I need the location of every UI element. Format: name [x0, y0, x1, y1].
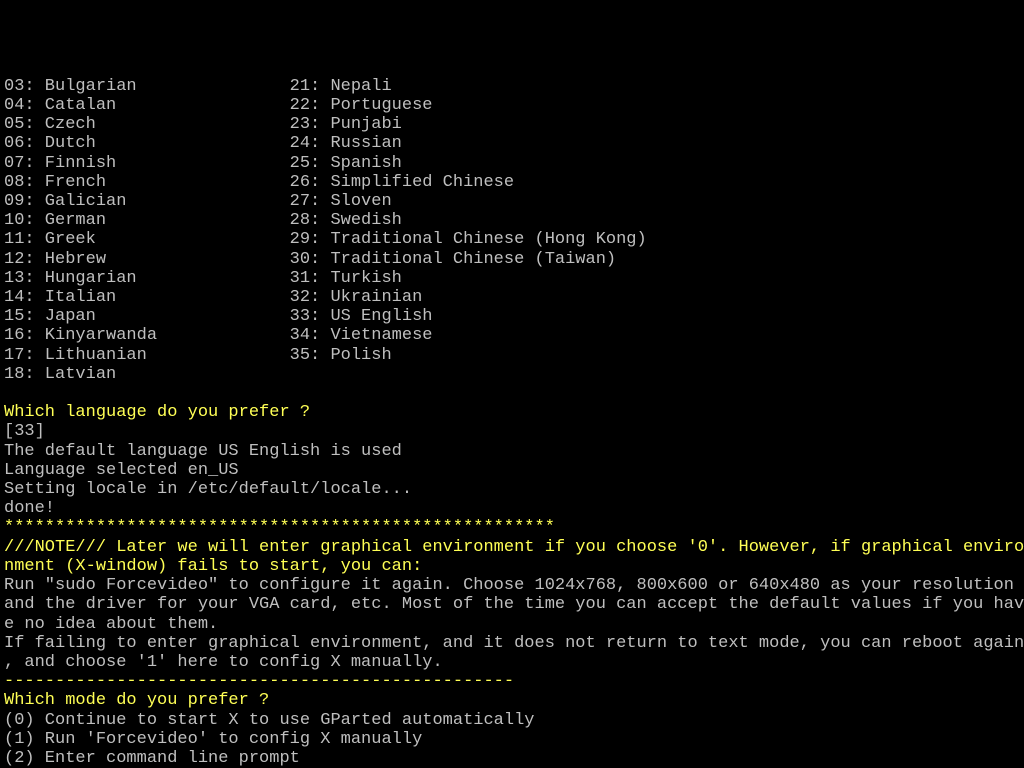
separator-dashes: ----------------------------------------… — [4, 672, 1020, 691]
language-row: 14: Italian 32: Ukrainian — [4, 288, 1020, 307]
msg-default: The default language US English is used — [4, 442, 1020, 461]
msg-done: done! — [4, 499, 1020, 518]
language-row: 04: Catalan 22: Portuguese — [4, 96, 1020, 115]
language-row: 13: Hungarian 31: Turkish — [4, 269, 1020, 288]
language-prompt: Which language do you prefer ? — [4, 403, 1020, 422]
language-row: 16: Kinyarwanda 34: Vietnamese — [4, 326, 1020, 345]
language-row: 15: Japan 33: US English — [4, 307, 1020, 326]
instruction-line: If failing to enter graphical environmen… — [4, 634, 1020, 653]
language-row: 06: Dutch 24: Russian — [4, 134, 1020, 153]
language-row: 18: Latvian — [4, 365, 1020, 384]
language-row: 12: Hebrew 30: Traditional Chinese (Taiw… — [4, 250, 1020, 269]
mode-option: (2) Enter command line prompt — [4, 749, 1020, 768]
mode-option: (1) Run 'Forcevideo' to config X manuall… — [4, 730, 1020, 749]
instruction-line: e no idea about them. — [4, 615, 1020, 634]
language-row: 11: Greek 29: Traditional Chinese (Hong … — [4, 230, 1020, 249]
msg-selected: Language selected en_US — [4, 461, 1020, 480]
instruction-line: , and choose '1' here to config X manual… — [4, 653, 1020, 672]
language-row: 07: Finnish 25: Spanish — [4, 154, 1020, 173]
instruction-line: Run "sudo Forcevideo" to configure it ag… — [4, 576, 1020, 595]
mode-option: (0) Continue to start X to use GParted a… — [4, 711, 1020, 730]
msg-setting: Setting locale in /etc/default/locale... — [4, 480, 1020, 499]
note-line: ///NOTE/// Later we will enter graphical… — [4, 538, 1020, 557]
mode-prompt: Which mode do you prefer ? — [4, 691, 1020, 710]
terminal-screen[interactable]: 03: Bulgarian 21: Nepali04: Catalan 22: … — [0, 77, 1024, 768]
language-input: [33] — [4, 422, 1020, 441]
note-line: nment (X-window) fails to start, you can… — [4, 557, 1020, 576]
instruction-line: and the driver for your VGA card, etc. M… — [4, 595, 1020, 614]
language-row: 09: Galician 27: Sloven — [4, 192, 1020, 211]
separator-stars: ****************************************… — [4, 518, 1020, 537]
language-row: 10: German 28: Swedish — [4, 211, 1020, 230]
language-row: 17: Lithuanian 35: Polish — [4, 346, 1020, 365]
language-row: 03: Bulgarian 21: Nepali — [4, 77, 1020, 96]
language-row: 05: Czech 23: Punjabi — [4, 115, 1020, 134]
language-row: 08: French 26: Simplified Chinese — [4, 173, 1020, 192]
